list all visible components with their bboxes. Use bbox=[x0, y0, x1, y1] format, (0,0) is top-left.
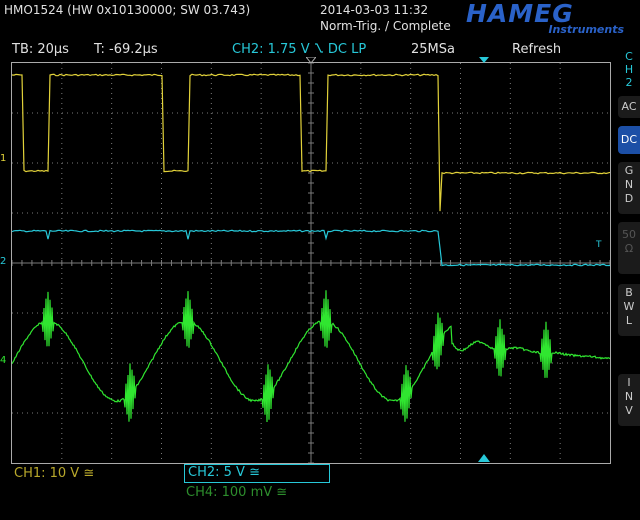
invert-button[interactable]: I N V bbox=[618, 374, 640, 426]
menu-channel-title: C H 2 bbox=[622, 50, 636, 89]
logo-subtext: Instruments bbox=[548, 23, 624, 36]
button-letter: B bbox=[625, 286, 633, 299]
coupling-gnd-button[interactable]: G N D bbox=[618, 162, 640, 214]
ch4-scale[interactable]: CH4: 100 mV ≅ bbox=[186, 485, 287, 500]
hameg-logo: HAMEG Instruments bbox=[466, 0, 628, 38]
ch1-scale[interactable]: CH1: 10 V ≅ bbox=[14, 466, 94, 481]
button-letter: L bbox=[625, 314, 633, 327]
datetime: 2014-03-03 11:32 bbox=[320, 3, 429, 17]
waveform-canvas bbox=[11, 62, 611, 464]
trigger-level-marker[interactable]: T bbox=[596, 240, 602, 250]
button-letter: I bbox=[627, 376, 631, 389]
ch4-marker[interactable]: 4 bbox=[0, 355, 6, 366]
button-letter: 50 bbox=[622, 228, 636, 241]
trigger-channel-level: CH2: 1.75 V bbox=[232, 42, 310, 57]
ch2-scale: CH2: 5 V ≅ bbox=[188, 465, 260, 480]
button-letter: Ω bbox=[624, 242, 634, 255]
trigger-time[interactable]: T: -69.2µs bbox=[94, 42, 158, 57]
coupling-dc-button[interactable]: DC bbox=[618, 126, 640, 154]
bandwidth-limit-button[interactable]: B W L bbox=[618, 284, 640, 336]
trigger-coupling: DC LP bbox=[327, 42, 367, 57]
ch1-marker[interactable]: 1 bbox=[0, 153, 6, 164]
button-letter: N bbox=[624, 178, 634, 191]
button-label: DC bbox=[620, 133, 638, 146]
menu-title-letter: H bbox=[624, 63, 634, 76]
waveform-display[interactable] bbox=[11, 62, 611, 464]
button-letter: W bbox=[623, 300, 635, 313]
ch2-scale-box[interactable]: CH2: 5 V ≅ bbox=[184, 464, 330, 483]
memory-position-icon bbox=[479, 57, 489, 63]
menu-title-letter: 2 bbox=[625, 76, 633, 89]
sample-rate: 25MSa bbox=[411, 42, 455, 57]
impedance-50-button: 50 Ω bbox=[618, 222, 640, 274]
trigger-position-icon bbox=[306, 57, 316, 63]
trigger-status: Norm-Trig. / Complete bbox=[320, 19, 451, 33]
trigger-source[interactable]: CH2: 1.75 V DC LP bbox=[232, 42, 366, 57]
button-letter: D bbox=[624, 192, 634, 205]
ch2-marker[interactable]: 2 bbox=[0, 256, 6, 267]
acquisition-mode[interactable]: Refresh bbox=[512, 42, 561, 57]
trigger-level-label: T bbox=[596, 240, 602, 250]
button-letter: N bbox=[624, 390, 634, 403]
button-letter: V bbox=[625, 404, 633, 417]
timebase[interactable]: TB: 20µs bbox=[12, 42, 69, 57]
button-label: AC bbox=[621, 100, 637, 113]
button-letter: G bbox=[624, 164, 634, 177]
coupling-ac-button[interactable]: AC bbox=[618, 96, 640, 118]
horizontal-position-icon bbox=[478, 454, 490, 462]
menu-title-letter: C bbox=[625, 50, 633, 63]
device-info: HMO1524 (HW 0x10130000; SW 03.743) bbox=[4, 3, 251, 17]
falling-edge-icon bbox=[314, 43, 323, 53]
